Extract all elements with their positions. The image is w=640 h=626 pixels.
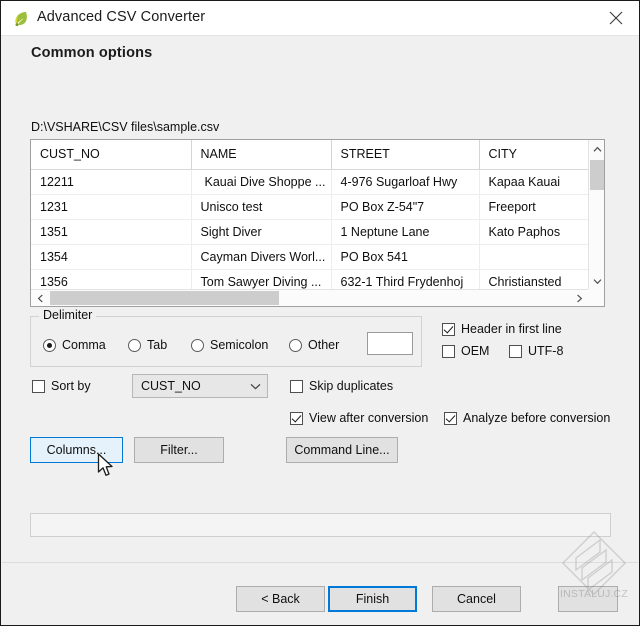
cell-city: Kato Paphos [479,219,590,245]
column-header-city[interactable]: CITY [479,140,590,170]
close-icon [609,11,623,25]
back-button[interactable]: < Back [236,586,325,612]
cell-city [479,244,590,270]
sort-field-value: CUST_NO [141,379,201,393]
checkbox-label: Skip duplicates [309,379,394,393]
cell-name: Cayman Divers Worl... [191,244,332,270]
cell-street: 1 Neptune Lane [331,219,480,245]
columns-button[interactable]: Columns... [30,437,123,463]
table-row[interactable]: 12211 Kauai Dive Shoppe ... 4-976 Sugarl… [31,169,590,195]
finish-button[interactable]: Finish [328,586,417,612]
radio-label: Semicolon [210,338,269,352]
cell-cust-no: 12211 [31,169,192,195]
cell-name: Sight Diver [191,219,332,245]
scroll-down-button[interactable] [589,273,604,289]
radio-dot-icon [43,338,56,352]
radio-dot-icon [128,338,141,352]
cell-name: Unisco test [191,194,332,220]
grid-scroll-corner [588,289,604,306]
radio-label: Tab [147,338,168,352]
radio-delimiter-semicolon[interactable]: Semicolon [191,338,268,352]
delimiter-other-input[interactable] [367,332,413,355]
checkbox-header-in-first-line[interactable]: Header in first line [442,322,562,336]
checkbox-label: Header in first line [461,322,562,336]
table-row[interactable]: 1354 Cayman Divers Worl... PO Box 541 [31,244,590,270]
page-title: Common options [31,45,153,61]
scroll-left-button[interactable] [32,290,49,306]
cell-street: PO Box Z-54"7 [331,194,480,220]
preview-table: CUST_NO NAME STREET CITY 12211 Kauai Div… [31,140,590,306]
column-header-cust-no[interactable]: CUST_NO [31,140,192,170]
delimiter-group-label: Delimiter [39,308,97,322]
radio-label: Comma [62,338,106,352]
cell-cust-no: 1231 [31,194,192,220]
checkbox-box-icon [442,344,455,358]
checkbox-box-icon [290,379,303,393]
checkbox-box-icon [32,379,45,393]
source-file-path: D:\VSHARE\CSV files\sample.csv [31,120,220,134]
checkbox-view-after-conversion[interactable]: View after conversion [290,411,428,425]
title-bar: Advanced CSV Converter [1,1,639,36]
checkbox-label: Analyze before conversion [463,411,611,425]
table-row[interactable]: 1351 Sight Diver 1 Neptune Lane Kato Pap… [31,219,590,245]
app-leaf-icon [12,10,30,28]
chevron-down-icon [243,383,267,390]
extra-button[interactable] [558,586,618,612]
cell-city: Freeport [479,194,590,220]
checkbox-label: View after conversion [309,411,429,425]
column-header-name[interactable]: NAME [191,140,332,170]
checkbox-skip-duplicates[interactable]: Skip duplicates [290,379,393,393]
csv-preview-grid[interactable]: CUST_NO NAME STREET CITY 12211 Kauai Div… [30,139,605,307]
cancel-button[interactable]: Cancel [432,586,521,612]
checkbox-box-icon [444,411,457,425]
table-header-row: CUST_NO NAME STREET CITY [31,140,590,170]
command-line-button[interactable]: Command Line... [286,437,398,463]
radio-dot-icon [191,338,204,352]
chevron-up-icon [593,146,601,152]
chevron-down-icon [593,278,601,284]
checkbox-utf8[interactable]: UTF-8 [509,344,563,358]
grid-horizontal-scrollbar[interactable] [31,289,589,306]
checkbox-label: Sort by [51,379,91,393]
grid-hscroll-thumb[interactable] [50,291,279,305]
checkbox-oem[interactable]: OEM [442,344,489,358]
application-window: Advanced CSV Converter Common options D:… [0,0,640,626]
checkbox-label: UTF-8 [528,344,564,358]
chevron-left-icon [37,294,43,302]
close-button[interactable] [593,1,639,35]
checkbox-analyze-before-conversion[interactable]: Analyze before conversion [444,411,610,425]
cell-street: 4-976 Sugarloaf Hwy [331,169,480,195]
filter-button[interactable]: Filter... [134,437,224,463]
radio-dot-icon [289,338,302,352]
progress-bar [30,513,611,537]
table-row[interactable]: 1231 Unisco test PO Box Z-54"7 Freeport [31,194,590,220]
checkbox-box-icon [509,344,522,358]
grid-vertical-scrollbar[interactable] [588,140,604,291]
radio-label: Other [308,338,340,352]
radio-delimiter-tab[interactable]: Tab [128,338,167,352]
window-title: Advanced CSV Converter [37,9,206,25]
scroll-up-button[interactable] [589,141,604,157]
cell-city: Kapaa Kauai [479,169,590,195]
checkbox-label: OEM [461,344,490,358]
chevron-right-icon [577,294,583,302]
cell-name: Kauai Dive Shoppe ... [191,169,332,195]
sort-field-select[interactable]: CUST_NO [132,374,268,398]
column-header-street[interactable]: STREET [331,140,480,170]
scroll-right-button[interactable] [571,290,588,306]
grid-vscroll-thumb[interactable] [590,160,604,190]
radio-delimiter-comma[interactable]: Comma [43,338,106,352]
cell-cust-no: 1354 [31,244,192,270]
radio-delimiter-other[interactable]: Other [289,338,339,352]
checkbox-box-icon [442,322,455,336]
cell-cust-no: 1351 [31,219,192,245]
checkbox-sort-by[interactable]: Sort by [32,379,91,393]
cell-street: PO Box 541 [331,244,480,270]
checkbox-box-icon [290,411,303,425]
